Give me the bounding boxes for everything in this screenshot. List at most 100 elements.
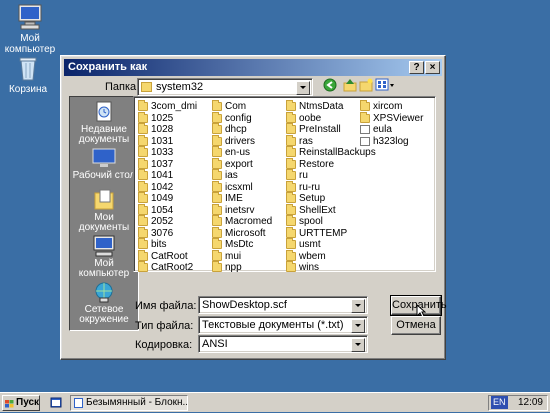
file-name: usmt bbox=[299, 239, 321, 250]
folder-icon bbox=[212, 203, 222, 215]
place-network[interactable]: Сетевое окружение bbox=[70, 281, 138, 325]
new-folder-icon[interactable] bbox=[359, 78, 373, 92]
place-recent-documents[interactable]: Недавние документы bbox=[70, 101, 138, 145]
file-name: en-us bbox=[225, 147, 251, 158]
folder-icon bbox=[212, 134, 222, 146]
file-name: 1031 bbox=[151, 135, 174, 147]
desktop-icon-recycle-bin[interactable]: Корзина bbox=[0, 55, 58, 95]
notepad-icon bbox=[74, 398, 83, 408]
file-list[interactable]: 3com_dmi 1025 1028 1031 1033 1037 1041 1042 1049… bbox=[133, 96, 436, 274]
taskbar: Пуск Безымянный - Блокн... EN 12:09 bbox=[0, 392, 550, 412]
file-name: XPSViewer bbox=[373, 112, 424, 124]
folder-icon bbox=[360, 100, 370, 111]
file-name: 3com_dmi bbox=[151, 101, 198, 112]
language-indicator[interactable]: EN bbox=[491, 396, 508, 409]
file-name: eula bbox=[373, 124, 392, 135]
encoding-value: ANSI bbox=[202, 338, 228, 350]
view-menu-icon[interactable] bbox=[375, 78, 395, 92]
folder-icon bbox=[138, 146, 148, 157]
folder-icon bbox=[138, 203, 148, 215]
folder-icon bbox=[286, 123, 296, 134]
place-my-documents[interactable]: Мои документы bbox=[70, 189, 138, 233]
desktop-icon-my-computer[interactable]: Мой компьютер bbox=[0, 4, 60, 55]
folder-icon bbox=[212, 111, 222, 123]
file-name: 1037 bbox=[151, 158, 174, 170]
folder-icon bbox=[138, 261, 148, 272]
computer-icon bbox=[92, 235, 116, 257]
folder-icon bbox=[286, 215, 296, 226]
folder-icon bbox=[286, 261, 296, 272]
clock[interactable]: 12:09 bbox=[518, 396, 543, 410]
file-name: config bbox=[225, 112, 252, 124]
folder-icon bbox=[286, 157, 296, 169]
my-documents-icon bbox=[92, 189, 116, 211]
filename-field[interactable]: ShowDesktop.scf bbox=[198, 296, 368, 314]
file-name: ReinstallBackups bbox=[299, 147, 376, 158]
place-my-computer[interactable]: Мой компьютер bbox=[70, 235, 138, 279]
back-icon[interactable] bbox=[323, 78, 337, 92]
file-name: Restore bbox=[299, 158, 335, 170]
text-file-icon bbox=[360, 125, 370, 134]
file-name: Setup bbox=[299, 193, 326, 204]
filetype-label: Тип файла: bbox=[135, 320, 194, 332]
chevron-down-icon[interactable] bbox=[351, 338, 365, 352]
file-name: h323log bbox=[373, 135, 409, 147]
close-button[interactable]: × bbox=[425, 61, 440, 74]
folder-icon bbox=[286, 169, 296, 180]
file-name: ru bbox=[299, 170, 308, 181]
file-name: IME bbox=[225, 193, 243, 204]
start-button[interactable]: Пуск bbox=[2, 395, 40, 411]
taskbar-item-notepad[interactable]: Безымянный - Блокн... bbox=[70, 395, 188, 411]
file-name: 1054 bbox=[151, 204, 174, 216]
dialog-titlebar[interactable]: Сохранить как ? × bbox=[64, 59, 442, 76]
folder-icon bbox=[138, 226, 148, 238]
folder-combo[interactable]: system32 bbox=[137, 78, 313, 96]
places-bar: Недавние документы Рабочий стол Мои доку… bbox=[69, 96, 139, 331]
desktop-icon-label: Мой bbox=[20, 33, 40, 44]
file-name: 1042 bbox=[151, 181, 174, 193]
recent-documents-icon bbox=[92, 101, 116, 123]
folder-icon bbox=[138, 134, 148, 146]
up-folder-icon[interactable] bbox=[343, 78, 357, 92]
chevron-down-icon[interactable] bbox=[351, 299, 365, 313]
quick-launch-icon[interactable] bbox=[50, 397, 62, 409]
file-name: PreInstall bbox=[299, 124, 341, 135]
folder-icon bbox=[212, 238, 222, 249]
computer-icon bbox=[16, 4, 44, 30]
folder-icon bbox=[138, 100, 148, 111]
folder-icon bbox=[141, 82, 152, 92]
system-tray: EN 12:09 bbox=[488, 395, 548, 411]
dialog-title: Сохранить как bbox=[68, 61, 148, 73]
start-label: Пуск bbox=[16, 397, 40, 408]
file-name: CatRoot2 bbox=[151, 262, 194, 273]
folder-icon bbox=[286, 226, 296, 238]
file-name: Macromed bbox=[225, 216, 273, 227]
folder-icon bbox=[212, 226, 222, 238]
encoding-select[interactable]: ANSI bbox=[198, 335, 368, 353]
folder-item[interactable]: npp bbox=[212, 261, 242, 274]
folder-item[interactable]: CatRoot2 bbox=[138, 261, 193, 274]
file-name: 1041 bbox=[151, 170, 174, 181]
place-desktop[interactable]: Рабочий стол bbox=[70, 147, 138, 181]
cancel-button[interactable]: Отмена bbox=[391, 316, 441, 335]
file-name: 2052 bbox=[151, 216, 174, 227]
folder-icon bbox=[212, 249, 222, 261]
folder-icon bbox=[286, 192, 296, 203]
chevron-down-icon[interactable] bbox=[351, 319, 365, 333]
help-button[interactable]: ? bbox=[409, 61, 424, 74]
folder-label: Папка: bbox=[105, 81, 140, 93]
folder-icon bbox=[138, 169, 148, 180]
file-name: dhcp bbox=[225, 124, 247, 135]
folder-icon bbox=[286, 100, 296, 111]
folder-item[interactable]: wins bbox=[286, 261, 319, 274]
chevron-down-icon[interactable] bbox=[296, 81, 310, 95]
text-file-icon bbox=[360, 136, 370, 146]
file-item[interactable]: h323log bbox=[360, 135, 409, 148]
folder-icon bbox=[138, 238, 148, 249]
taskbar-item-label: Безымянный - Блокн... bbox=[86, 397, 188, 408]
file-name: Microsoft bbox=[225, 227, 266, 239]
filetype-select[interactable]: Текстовые документы (*.txt) bbox=[198, 316, 368, 334]
folder-icon bbox=[138, 111, 148, 123]
folder-icon bbox=[212, 100, 222, 111]
folder-icon bbox=[212, 157, 222, 169]
